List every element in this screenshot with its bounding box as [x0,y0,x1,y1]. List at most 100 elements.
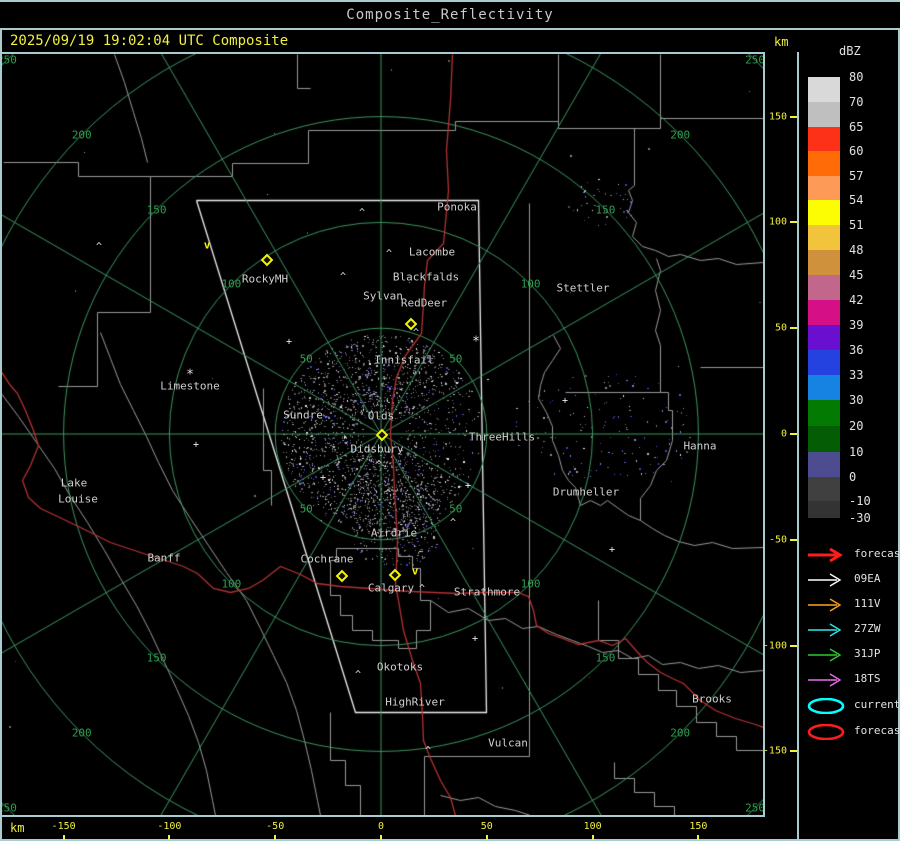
ring-label-250: 250 [2,801,17,815]
colorbar-value-label: 54 [849,193,864,207]
right-axis-tick [790,538,797,541]
city-label-hanna: Hanna [683,439,717,453]
ring-label-150: 150 [146,651,167,665]
caret-marker-icon: ^ [358,207,366,219]
right-axis-tick [790,115,797,118]
legend-label: 18TS [854,672,881,685]
caret-marker-icon: ^ [354,669,362,681]
city-label-didsbury: Didsbury [350,442,404,456]
bottom-axis-tick-label: 0 [377,821,385,832]
legend-label: forecast [854,724,900,737]
bottom-axis-tick-label: -50 [266,821,285,832]
bottom-axis-tick [62,835,65,840]
colorbar-block [808,325,840,350]
city-label-airdrie: Airdrie [370,526,418,540]
city-label-sylvan: Sylvan [363,289,403,303]
colorbar-block [808,77,840,102]
colorbar-block [808,501,840,518]
plus-marker-icon: + [561,395,569,407]
plus-marker-icon: + [464,480,472,492]
bottom-axis-tick [168,835,171,840]
plus-marker-icon: + [192,439,200,451]
colorbar-value-label: 39 [849,318,864,332]
colorbar-value-label: 48 [849,243,864,257]
city-label-lacombe: Lacombe [408,245,456,259]
current-ellipse-icon [807,698,845,714]
18TS-arrow-icon [808,673,842,687]
city-label-okotoks: Okotoks [376,660,424,674]
ring-label-100: 100 [520,577,541,591]
colorbar-block [808,275,840,300]
ring-label-200: 200 [71,726,92,740]
right-axis-tick [790,327,797,330]
ring-label-50: 50 [299,502,313,516]
ring-label-50: 50 [449,502,463,516]
ring-label-200: 200 [71,128,92,142]
right-axis-tick-label: -150 [762,745,787,757]
colorbar-value-label: 60 [849,144,864,158]
colorbar-value-label: 20 [849,419,864,433]
ring-label-150: 150 [595,203,616,217]
city-label-ponoka: Ponoka [437,200,477,214]
legend-row-current: current [806,696,900,714]
caret-marker-icon: ^ [418,583,426,595]
city-label-calgary: Calgary [367,581,415,595]
colorbar-block [808,102,840,127]
ring-label-250: 250 [2,54,17,67]
bottom-axis-tick-label: 150 [689,821,708,832]
colorbar-value-label: 30 [849,393,864,407]
legend-row-111V: 111V [806,595,896,613]
city-label-innisfail: Innisfail [374,353,434,367]
bottom-axis-tick-label: 100 [583,821,602,832]
bottom-axis-unit-label: km [10,821,25,835]
legend-label: 27ZW [854,622,881,635]
ring-label-100: 100 [520,277,541,291]
city-label-lake: Lake [60,476,88,490]
colorbar-value-label: 42 [849,293,864,307]
31JP-arrow-icon [808,648,842,662]
right-axis-tick-label: 0 [780,428,787,440]
caret-marker-icon: ^ [95,241,103,253]
legend-label: forecast [854,547,900,560]
ring-label-250: 250 [745,54,763,67]
right-axis-unit-label: km [774,35,789,49]
right-axis-tick-label: 100 [768,216,787,228]
right-axis-tick [790,644,797,647]
forecast-ellipse-icon [807,724,845,740]
caret-marker-icon: ^ [412,327,420,339]
colorbar-value-label: 80 [849,70,864,84]
legend-row-27ZW: 27ZW [806,620,896,638]
colorbar-value-label: 57 [849,169,864,183]
legend-label: 31JP [854,647,881,660]
plus-marker-icon: + [608,544,616,556]
right-axis-tick [790,433,797,435]
legend-row-09EA: 09EA [806,570,896,588]
legend-label: 09EA [854,572,881,585]
colorbar-block [808,176,840,200]
bottom-axis-tick [485,835,488,840]
city-label-strathmore: Strathmore [453,585,521,599]
timestamp-label: 2025/09/19 19:02:04 UTC Composite [10,33,289,49]
colorbar-block [808,477,840,501]
radar-map: 50 50 50 50 100 100 100 100 150 150 150 150 200 200 20… [2,54,763,815]
colorbar-value-label: 45 [849,268,864,282]
vee-marker-icon: v [411,564,419,578]
colorbar-block [808,151,840,176]
bottom-axis-tick [697,835,700,840]
colorbar-value-label: 65 [849,120,864,134]
ring-label-100: 100 [221,277,242,291]
right-axis-tick [790,750,797,753]
colorbar-value-label: -10 [849,494,871,508]
city-label-louise: Louise [58,492,98,506]
asterisk-marker-icon: * [472,334,480,350]
caret-marker-icon: ^ [339,271,347,283]
colorbar-value-label: 0 [849,470,857,484]
legend-row-31JP: 31JP [806,645,896,663]
city-label-cochrane: Cochrane [300,552,354,566]
ring-label-150: 150 [595,651,616,665]
colorbar-value-label: 70 [849,95,864,109]
title-bar: Composite_Reflectivity [0,2,900,28]
city-label-rockymh: RockyMH [241,272,289,286]
header-row: 2025/09/19 19:02:04 UTC Composite km [2,30,898,52]
forecast-arrow-icon [808,547,843,563]
